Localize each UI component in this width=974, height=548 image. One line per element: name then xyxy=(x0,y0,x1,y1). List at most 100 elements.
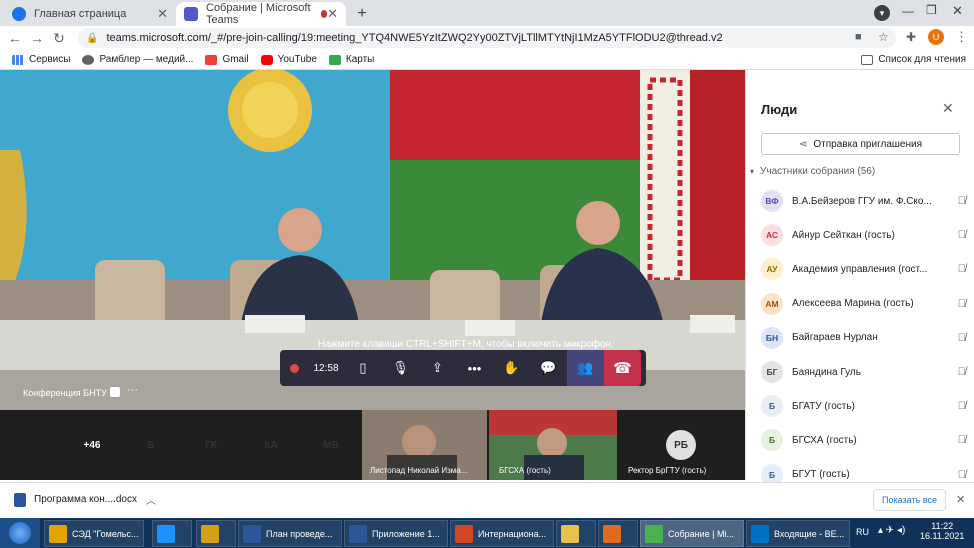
participant-avatar: АМ xyxy=(761,292,783,315)
taskbar-item[interactable]: Приложение 1... xyxy=(344,520,448,547)
new-tab-button[interactable]: + xyxy=(352,4,372,24)
taskbar-item[interactable] xyxy=(598,520,638,547)
taskbar-item[interactable] xyxy=(556,520,596,547)
call-timer: 12:58 xyxy=(313,362,339,374)
taskbar-item-label: План проведе... xyxy=(266,528,333,539)
tab-title: Собрание | Microsoft Teams xyxy=(206,2,311,26)
more-options-icon[interactable]: ··· xyxy=(127,384,138,396)
bookmark-rambler[interactable]: Рамблер — медий... xyxy=(82,54,193,65)
taskbar-date: 16.11.2021 xyxy=(920,531,965,541)
chat-icon[interactable]: 💬 xyxy=(530,350,567,386)
close-download-icon[interactable]: ✕ xyxy=(956,493,965,506)
profile-avatar[interactable]: U xyxy=(928,29,944,45)
reading-list[interactable]: Список для чтения xyxy=(861,54,966,65)
participant-avatar[interactable]: РБ xyxy=(666,430,696,460)
star-icon[interactable]: ☆ xyxy=(878,30,889,44)
mic-muted-icon: 🎙̸ xyxy=(957,297,966,310)
gmail-icon xyxy=(205,54,218,65)
camera-icon[interactable]: ■ xyxy=(855,31,862,43)
video-tile-name: Листопад Николай Изма... xyxy=(370,466,468,475)
taskbar-item-label: СЭД "Гомельс... xyxy=(72,528,139,539)
raise-hand-icon[interactable]: ✋ xyxy=(493,350,530,386)
chrome-icon xyxy=(645,524,663,543)
chevron-down-icon: ▾ xyxy=(750,167,755,176)
download-file-name[interactable]: Программа кон....docx xyxy=(34,494,137,505)
participant-row[interactable]: АС Айнур Сейткан (гость) 🎙̸ xyxy=(761,220,966,250)
presenter-badge-icon xyxy=(110,387,120,397)
menu-icon[interactable]: ⋮ xyxy=(955,29,968,45)
mic-off-icon[interactable]: 🎙 xyxy=(382,350,419,386)
invite-button[interactable]: ⋖ Отправка приглашения xyxy=(761,133,960,155)
minimize-icon[interactable]: — xyxy=(902,4,914,18)
participant-row[interactable]: БН Байгараев Нурлан 🎙̸ xyxy=(761,323,966,353)
share-screen-icon[interactable]: ⇪ xyxy=(419,350,456,386)
taskbar-clock[interactable]: 11:22 16.11.2021 xyxy=(920,521,964,541)
start-button[interactable] xyxy=(0,518,40,548)
tray-icons[interactable]: ▴ ✈ ◂) xyxy=(878,525,905,536)
participant-avatar[interactable]: ГК xyxy=(196,430,226,460)
reload-icon[interactable]: ↻ xyxy=(48,30,70,47)
bookmark-maps[interactable]: Карты xyxy=(328,54,374,65)
taskbar-item[interactable] xyxy=(152,520,192,547)
folder-icon xyxy=(561,524,579,543)
bookmarks-bar: Сервисы Рамблер — медий... Gmail YouTube… xyxy=(0,50,974,70)
taskbar-item[interactable]: Входящие - ВЕ... xyxy=(746,520,850,547)
back-icon[interactable]: ← xyxy=(4,30,26,46)
mic-muted-icon: 🎙̸ xyxy=(957,400,966,413)
bookmark-services[interactable]: Сервисы xyxy=(12,54,70,65)
video-tile[interactable]: Листопад Николай Изма... xyxy=(362,410,487,480)
taskbar-item[interactable]: СЭД "Гомельс... xyxy=(44,520,144,547)
hang-up-button[interactable]: ☎ xyxy=(604,350,641,386)
camera-off-icon[interactable]: ▯ xyxy=(344,350,382,386)
participant-row[interactable]: АУ Академия управления (гост... 🎙̸ xyxy=(761,254,966,284)
mic-muted-icon: 🎙̸ xyxy=(957,434,966,447)
taskbar-item[interactable] xyxy=(196,520,236,547)
close-icon[interactable]: ✕ xyxy=(157,6,168,22)
close-icon[interactable]: ✕ xyxy=(327,6,338,22)
participant-avatar[interactable]: Б xyxy=(136,430,166,460)
participant-avatar: ВФ xyxy=(761,190,783,212)
participant-avatar: Б xyxy=(761,429,783,452)
word-file-icon xyxy=(14,493,26,507)
maximize-icon[interactable]: ❐ xyxy=(926,3,937,17)
participant-name: Айнур Сейткан (гость) xyxy=(792,229,895,241)
participant-row[interactable]: Б БГАТУ (гость) 🎙̸ xyxy=(761,391,966,421)
participant-row[interactable]: АМ Алексеева Марина (гость) 🎙̸ xyxy=(761,289,966,319)
participants-section-toggle[interactable]: ▾ Участники собрания (56) xyxy=(750,166,875,177)
taskbar-item[interactable]: План проведе... xyxy=(238,520,342,547)
window-close-icon[interactable]: ✕ xyxy=(952,3,963,19)
participant-row[interactable]: ВФ В.А.Бейзеров ГГУ им. Ф.Ско... 🎙̸ xyxy=(761,186,966,216)
taskbar-item[interactable]: Интернациона... xyxy=(450,520,554,547)
chevron-up-icon[interactable]: ︿ xyxy=(146,492,156,507)
presenter-label: Конференция БНТУ xyxy=(23,388,107,398)
participants-icon[interactable]: 👥 xyxy=(567,350,604,386)
mic-muted-icon: 🎙̸ xyxy=(957,195,966,207)
participant-avatar[interactable]: КА xyxy=(256,430,286,460)
bookmark-gmail[interactable]: Gmail xyxy=(205,54,249,65)
share-icon: ⋖ xyxy=(798,138,808,150)
powerpoint-icon xyxy=(455,524,473,543)
more-actions-icon[interactable]: ••• xyxy=(456,350,493,386)
participant-avatar[interactable]: МВ xyxy=(316,430,346,460)
participant-name: Баяндина Гуль xyxy=(792,366,861,378)
show-all-button[interactable]: Показать все xyxy=(873,489,946,511)
participant-name: Академия управления (гост... xyxy=(792,263,928,275)
tab-search-icon[interactable]: ▾ xyxy=(874,5,890,21)
participant-row[interactable]: Б БГСХА (гость) 🎙̸ xyxy=(761,425,966,455)
mic-muted-icon: 🎙̸ xyxy=(957,331,966,344)
tab-teams[interactable]: Собрание | Microsoft Teams ✕ xyxy=(176,2,346,26)
video-tile[interactable]: БГСХА (гость) xyxy=(489,410,617,480)
taskbar-item[interactable]: Собрание | Mi... xyxy=(640,520,744,547)
forward-icon[interactable]: → xyxy=(26,30,48,46)
tab-home[interactable]: Главная страница ✕ xyxy=(4,2,176,26)
address-bar[interactable]: 🔒 teams.microsoft.com/_#/pre-join-callin… xyxy=(78,28,896,48)
rambler-icon xyxy=(82,54,95,65)
app-icon xyxy=(201,524,219,543)
extensions-icon[interactable]: ✚ xyxy=(906,30,916,44)
close-panel-icon[interactable]: ✕ xyxy=(942,100,954,117)
more-participants-avatar[interactable]: +46 xyxy=(77,430,107,460)
reading-list-icon xyxy=(861,54,874,65)
participant-row[interactable]: БГ Баяндина Гуль 🎙̸ xyxy=(761,357,966,387)
language-indicator[interactable]: RU xyxy=(856,527,869,537)
bookmark-youtube[interactable]: YouTube xyxy=(260,54,317,65)
